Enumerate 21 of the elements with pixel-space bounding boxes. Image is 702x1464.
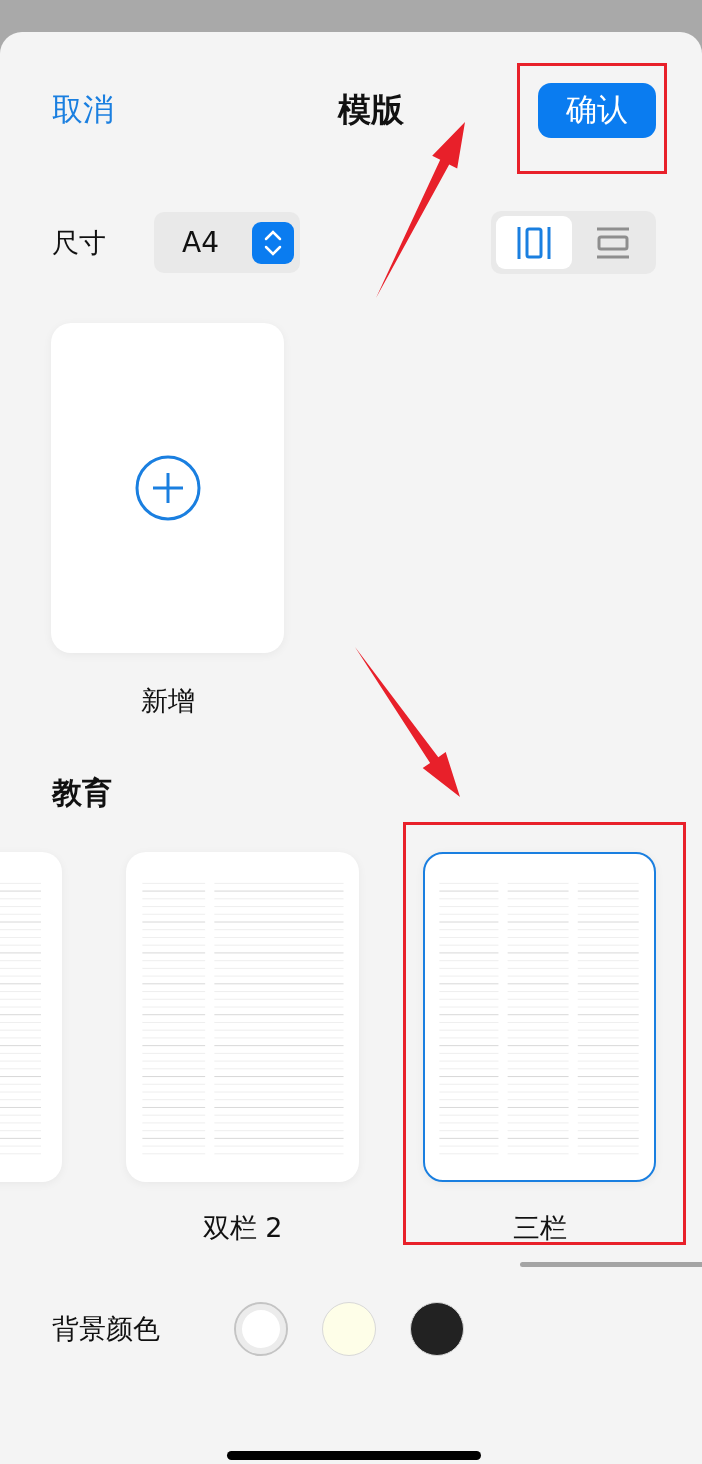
new-template-card[interactable] (51, 323, 284, 653)
rows-icon (595, 226, 632, 259)
confirm-button[interactable]: 确认 (538, 82, 656, 138)
add-icon (134, 455, 201, 521)
template-label: 三栏 (512, 1211, 567, 1244)
new-template-label: 新增 (140, 684, 195, 717)
columns-icon (516, 224, 551, 261)
stepper-icon (252, 221, 294, 264)
section-title: 教育 (52, 774, 112, 812)
background-color-label: 背景颜色 (52, 1312, 160, 1346)
template-label: 双栏 2 (202, 1211, 283, 1244)
cancel-button[interactable]: 取消 (52, 89, 114, 131)
portrait-button[interactable] (496, 216, 572, 269)
color-swatch[interactable] (410, 1302, 464, 1356)
template-card[interactable] (423, 852, 656, 1182)
size-selector[interactable]: A4 (154, 212, 300, 273)
size-value: A4 (182, 226, 219, 259)
color-swatch[interactable] (234, 1302, 288, 1356)
color-swatch[interactable] (322, 1302, 376, 1356)
sheet-title: 模版 (338, 88, 404, 131)
size-label: 尺寸 (52, 225, 106, 260)
